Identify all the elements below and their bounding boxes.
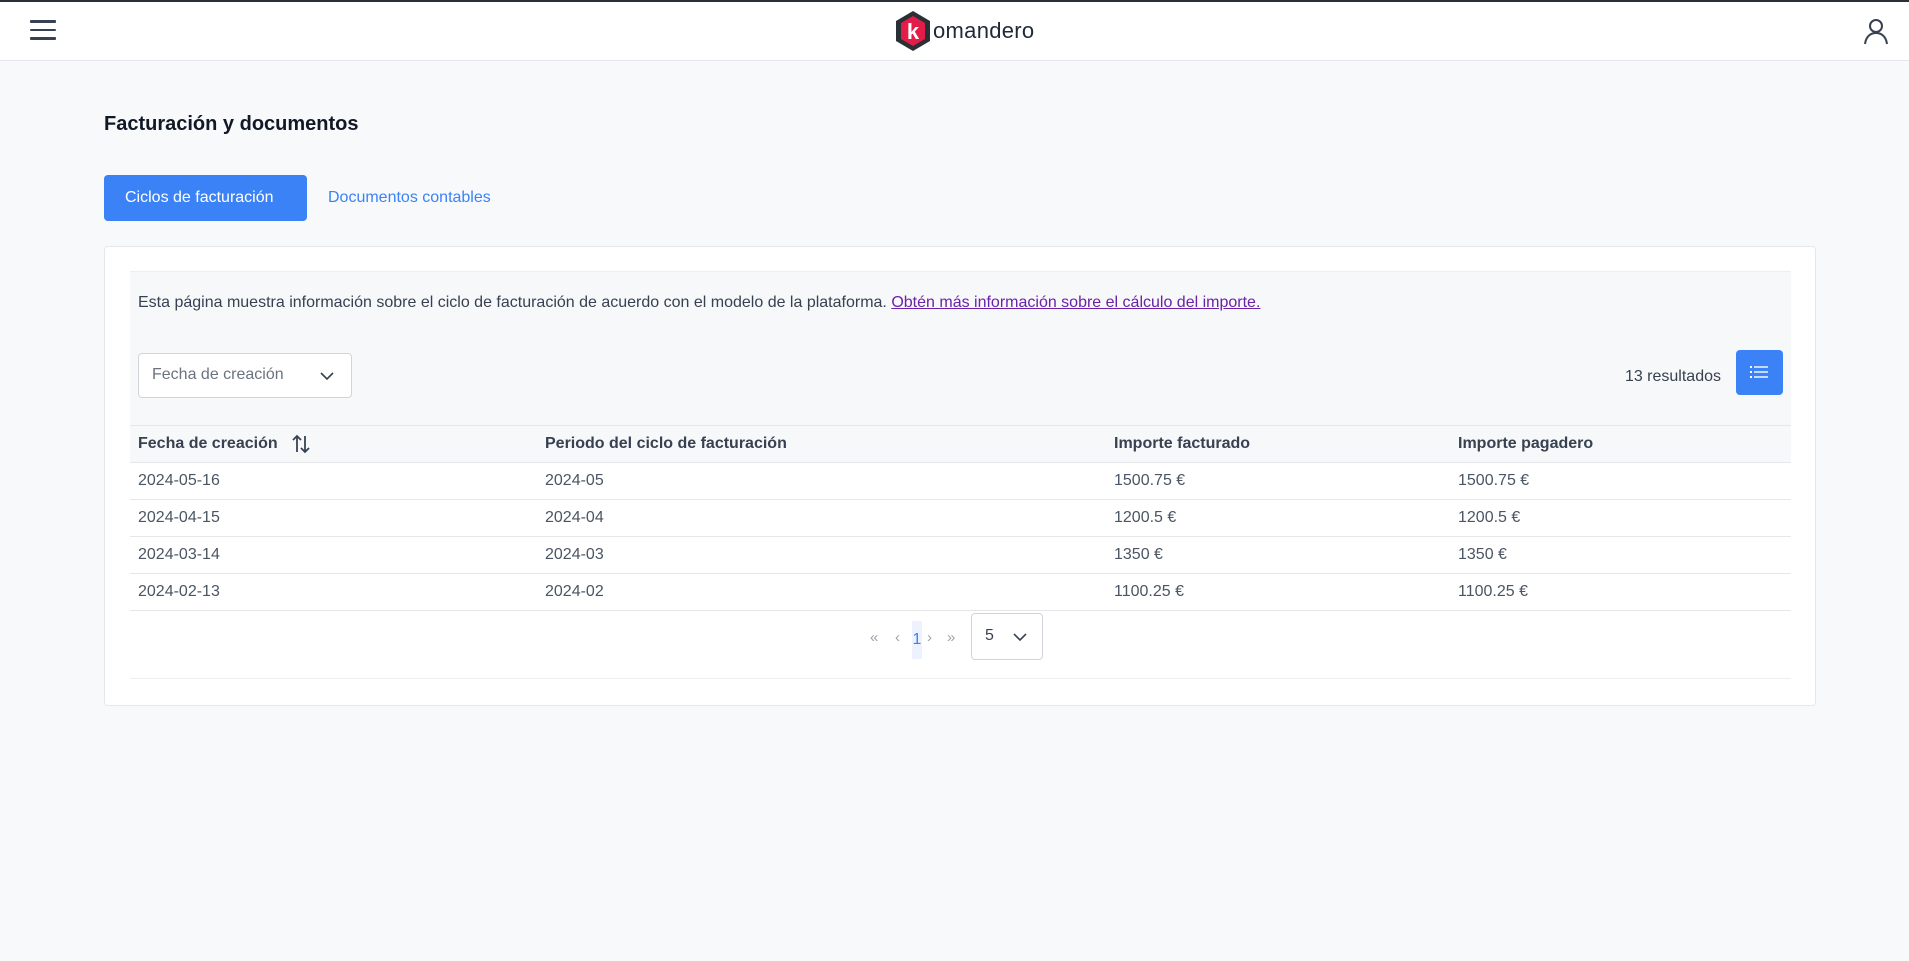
app-logo[interactable]: k omandero xyxy=(893,10,1034,52)
billing-cycles-table: Fecha de creación Periodo del ciclo de f… xyxy=(130,425,1791,611)
cell-importe-pagadero: 1500.75 € xyxy=(1450,462,1791,500)
sort-field-value: Fecha de creación xyxy=(152,366,284,383)
chevron-down-icon xyxy=(1013,633,1027,642)
table-header-row: Fecha de creación Periodo del ciclo de f… xyxy=(130,425,1791,463)
divider xyxy=(130,678,1791,679)
cell-importe-facturado: 1100.25 € xyxy=(1106,573,1450,611)
cell-fecha: 2024-02-13 xyxy=(130,573,537,611)
tab-ciclos-de-facturacion[interactable]: Ciclos de facturación xyxy=(104,175,307,221)
page-size-value: 5 xyxy=(985,627,994,644)
sort-arrows-icon[interactable] xyxy=(292,434,310,454)
cell-fecha: 2024-04-15 xyxy=(130,499,537,537)
komandero-logo-icon: k xyxy=(896,11,930,51)
cell-importe-pagadero: 1100.25 € xyxy=(1450,573,1791,611)
cell-periodo: 2024-03 xyxy=(537,536,1106,574)
cell-periodo: 2024-02 xyxy=(537,573,1106,611)
list-icon xyxy=(1750,366,1768,378)
prev-page-button[interactable]: ‹ xyxy=(895,629,900,646)
column-header-periodo: Periodo del ciclo de facturación xyxy=(537,425,1106,463)
user-icon[interactable] xyxy=(1861,16,1891,46)
cell-importe-pagadero: 1200.5 € xyxy=(1450,499,1791,537)
pagination: « ‹ 1 › » 5 xyxy=(105,613,1817,665)
cell-importe-facturado: 1500.75 € xyxy=(1106,462,1450,500)
info-text: Esta página muestra información sobre el… xyxy=(138,294,1260,312)
page-size-select[interactable]: 5 xyxy=(971,613,1043,660)
page-title: Facturación y documentos xyxy=(104,113,359,135)
hamburger-menu-icon[interactable] xyxy=(30,20,56,42)
column-header-label: Fecha de creación xyxy=(138,435,278,453)
next-page-button[interactable]: › xyxy=(927,629,932,646)
top-navigation-bar: k omandero xyxy=(0,0,1909,61)
column-header-importe-pagadero: Importe pagadero xyxy=(1450,425,1791,463)
billing-cycles-card: Esta página muestra información sobre el… xyxy=(104,246,1816,706)
chevron-down-icon xyxy=(320,372,334,381)
table-row: 2024-04-15 2024-04 1200.5 € 1200.5 € xyxy=(130,499,1791,537)
column-header-fecha[interactable]: Fecha de creación xyxy=(130,425,537,463)
cell-periodo: 2024-04 xyxy=(537,499,1106,537)
cell-fecha: 2024-05-16 xyxy=(130,462,537,500)
cell-periodo: 2024-05 xyxy=(537,462,1106,500)
logo-letter: k xyxy=(907,19,920,44)
table-row: 2024-02-13 2024-02 1100.25 € 1100.25 € xyxy=(130,573,1791,611)
results-count: 13 resultados xyxy=(1624,368,1721,385)
cell-importe-facturado: 1350 € xyxy=(1106,536,1450,574)
tab-documentos-contables[interactable]: Documentos contables xyxy=(307,175,512,221)
cell-fecha: 2024-03-14 xyxy=(130,536,537,574)
sort-field-select[interactable]: Fecha de creación xyxy=(138,353,352,398)
current-page-button[interactable]: 1 xyxy=(912,621,922,659)
first-page-button[interactable]: « xyxy=(870,629,878,646)
logo-text: omandero xyxy=(933,18,1035,43)
last-page-button[interactable]: » xyxy=(947,629,955,646)
cell-importe-pagadero: 1350 € xyxy=(1450,536,1791,574)
table-row: 2024-03-14 2024-03 1350 € 1350 € xyxy=(130,536,1791,574)
table-row: 2024-05-16 2024-05 1500.75 € 1500.75 € xyxy=(130,462,1791,500)
cell-importe-facturado: 1200.5 € xyxy=(1106,499,1450,537)
list-view-button[interactable] xyxy=(1736,350,1783,395)
table-toolbar: Esta página muestra información sobre el… xyxy=(130,271,1791,437)
column-header-importe-facturado: Importe facturado xyxy=(1106,425,1450,463)
info-link[interactable]: Obtén más información sobre el cálculo d… xyxy=(891,294,1260,311)
info-description: Esta página muestra información sobre el… xyxy=(138,294,887,311)
